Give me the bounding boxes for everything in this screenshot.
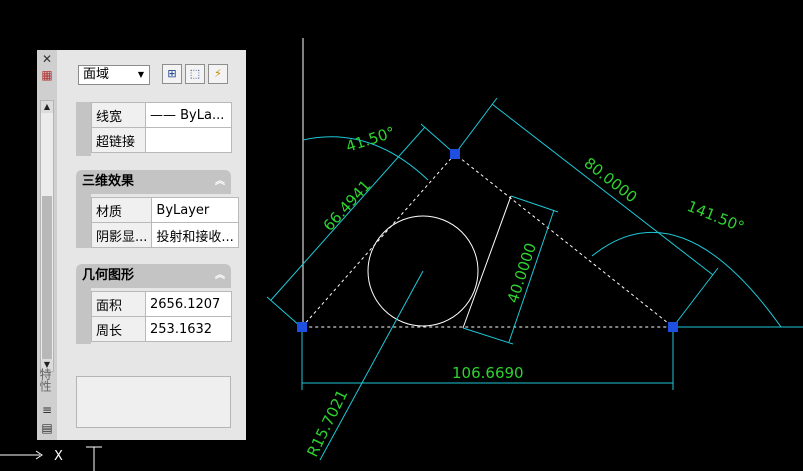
geometry-table: 面积 2656.1207 周长 253.1632: [91, 291, 232, 342]
description-box: [76, 376, 231, 428]
section-header-3d-effects[interactable]: 三维效果 ︽: [76, 170, 231, 194]
object-type-dropdown[interactable]: 面域 ▼: [78, 65, 150, 85]
chevron-down-icon[interactable]: ▼: [135, 68, 147, 82]
property-value[interactable]: [145, 127, 232, 153]
dim-base-text: 106.6690: [452, 364, 524, 382]
palette-title-strip[interactable]: ✕ ▦ ▲ ▼ 特性 ≡ ▤: [37, 50, 58, 440]
property-value[interactable]: —— ByLa...: [145, 102, 232, 128]
dim-left-side: [266, 123, 456, 327]
properties-panel: 面域 ▼ ⊞ ⬚ ⚡ 线宽 —— ByLa... 超链接 三维效果 ︽ 材质 B…: [57, 50, 246, 440]
quick-select-icon: ⚡: [214, 67, 222, 80]
pickadd-icon: ⊞: [167, 67, 177, 80]
scroll-up-arrow[interactable]: ▲: [41, 101, 53, 113]
property-gutter: [76, 288, 91, 344]
table-row[interactable]: 材质 ByLayer: [90, 197, 239, 223]
rectangle-edge: [462, 195, 512, 329]
dim-left-side-text: 66.4941: [320, 177, 375, 235]
dim-angle-left-text: 41.50°: [344, 123, 398, 156]
dim-radius-leader: [319, 270, 424, 461]
property-name: 周长: [91, 316, 146, 342]
section-header-geometry[interactable]: 几何图形 ︽: [76, 264, 231, 288]
property-name: 面积: [91, 291, 146, 317]
property-name: 超链接: [91, 127, 146, 153]
dim-radius-text: R15.7021: [303, 387, 351, 460]
general-properties-table: 线宽 —— ByLa... 超链接: [91, 102, 232, 153]
properties-palette[interactable]: ✕ ▦ ▲ ▼ 特性 ≡ ▤ 面域 ▼ ⊞ ⬚ ⚡ 线宽 —— ByLa...: [37, 50, 246, 440]
ucs-x-label: X: [54, 449, 63, 464]
property-value[interactable]: 2656.1207: [145, 291, 232, 317]
section-title: 几何图形: [82, 268, 135, 283]
close-icon[interactable]: ✕: [40, 52, 54, 66]
property-value[interactable]: ByLayer: [151, 197, 239, 223]
table-row[interactable]: 超链接: [91, 127, 232, 153]
collapse-icon[interactable]: ︽: [215, 264, 225, 288]
collapse-icon[interactable]: ︽: [215, 170, 225, 194]
ucs-icon: [0, 446, 102, 471]
table-row[interactable]: 线宽 —— ByLa...: [91, 102, 232, 128]
property-gutter: [76, 102, 91, 156]
palette-vertical-title: 特性: [38, 368, 52, 392]
pickadd-toggle-button[interactable]: ⊞: [162, 64, 182, 84]
property-name: 材质: [90, 197, 153, 223]
palette-menu-icon[interactable]: ≡: [40, 403, 54, 417]
scroll-thumb[interactable]: [42, 196, 52, 366]
property-gutter: [76, 194, 91, 248]
dim-height-text: 40.0000: [504, 241, 540, 306]
3d-effects-table: 材质 ByLayer 阴影显... 投射和接收...: [90, 197, 239, 248]
grip-handle[interactable]: [450, 149, 460, 159]
dim-height: [462, 195, 559, 345]
grip-handle[interactable]: [668, 322, 678, 332]
table-row[interactable]: 面积 2656.1207: [91, 291, 232, 317]
palette-options-icon[interactable]: ▤: [40, 421, 54, 435]
grip-handle[interactable]: [297, 322, 307, 332]
property-name: 线宽: [91, 102, 146, 128]
dim-angle-right-text: 141.50°: [685, 197, 747, 236]
select-objects-button[interactable]: ⬚: [185, 64, 205, 84]
object-type-value: 面域: [83, 67, 110, 82]
table-row[interactable]: 阴影显... 投射和接收...: [90, 222, 239, 248]
table-row[interactable]: 周长 253.1632: [91, 316, 232, 342]
property-name: 阴影显...: [90, 222, 153, 248]
property-value[interactable]: 投射和接收...: [151, 222, 239, 248]
section-title: 三维效果: [82, 174, 135, 189]
properties-scrollbar[interactable]: ▲ ▼: [40, 100, 54, 372]
dim-right-side-text: 80.0000: [581, 154, 641, 206]
dim-right-side: [457, 97, 719, 324]
select-objects-icon: ⬚: [189, 67, 201, 80]
property-value[interactable]: 253.1632: [145, 316, 232, 342]
quick-select-button[interactable]: ⚡: [208, 64, 228, 84]
dim-angle-right: [591, 231, 782, 328]
palette-properties-icon[interactable]: ▦: [40, 68, 54, 82]
